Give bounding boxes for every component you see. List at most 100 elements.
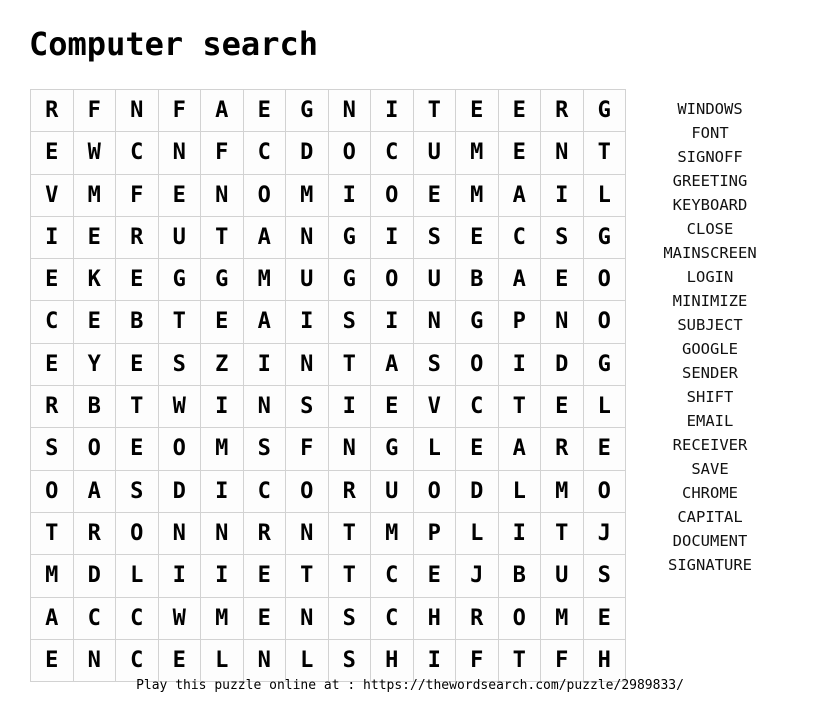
grid-cell[interactable]: C xyxy=(370,554,414,598)
grid-cell[interactable]: L xyxy=(582,385,626,429)
grid-cell[interactable]: E xyxy=(582,427,626,471)
word-list-item[interactable]: MINIMIZE xyxy=(630,289,790,313)
grid-cell[interactable]: A xyxy=(242,215,286,260)
grid-cell[interactable]: U xyxy=(370,469,414,513)
word-list-item[interactable]: CAPITAL xyxy=(630,505,790,529)
word-list-item[interactable]: DOCUMENT xyxy=(630,529,790,553)
grid-cell[interactable]: L xyxy=(455,511,499,556)
grid-cell[interactable]: R xyxy=(242,511,286,556)
grid-cell[interactable]: O xyxy=(497,596,541,640)
grid-cell[interactable]: F xyxy=(157,88,201,133)
grid-cell[interactable]: I xyxy=(412,638,456,683)
grid-cell[interactable]: V xyxy=(412,385,456,429)
grid-cell[interactable]: G xyxy=(327,258,371,302)
grid-cell[interactable]: P xyxy=(412,511,456,556)
grid-cell[interactable]: F xyxy=(200,131,244,175)
grid-cell[interactable]: T xyxy=(540,511,584,556)
grid-cell[interactable]: S xyxy=(582,554,626,598)
grid-cell[interactable]: N xyxy=(327,88,371,133)
grid-cell[interactable]: C xyxy=(72,596,116,640)
grid-cell[interactable]: B xyxy=(497,554,541,598)
word-list-item[interactable]: SIGNOFF xyxy=(630,145,790,169)
grid-cell[interactable]: B xyxy=(115,300,159,344)
grid-cell[interactable]: D xyxy=(157,469,201,513)
grid-cell[interactable]: S xyxy=(540,215,584,260)
grid-cell[interactable]: C xyxy=(370,131,414,175)
grid-cell[interactable]: I xyxy=(497,342,541,387)
grid-cell[interactable]: M xyxy=(455,173,499,217)
grid-cell[interactable]: P xyxy=(497,300,541,344)
grid-cell[interactable]: I xyxy=(200,469,244,513)
grid-cell[interactable]: F xyxy=(455,638,499,683)
grid-cell[interactable]: C xyxy=(455,385,499,429)
grid-cell[interactable]: G xyxy=(200,258,244,302)
grid-cell[interactable]: T xyxy=(115,385,159,429)
grid-cell[interactable]: C xyxy=(497,215,541,260)
grid-cell[interactable]: T xyxy=(285,554,329,598)
grid-cell[interactable]: M xyxy=(72,173,116,217)
grid-cell[interactable]: R xyxy=(327,469,371,513)
grid-cell[interactable]: O xyxy=(242,173,286,217)
grid-cell[interactable]: O xyxy=(582,258,626,302)
grid-cell[interactable]: N xyxy=(242,638,286,683)
grid-cell[interactable]: M xyxy=(285,173,329,217)
grid-cell[interactable]: C xyxy=(115,596,159,640)
grid-cell[interactable]: T xyxy=(497,638,541,683)
grid-cell[interactable]: G xyxy=(455,300,499,344)
grid-cell[interactable]: U xyxy=(412,258,456,302)
grid-cell[interactable]: M xyxy=(540,596,584,640)
grid-cell[interactable]: E xyxy=(242,554,286,598)
grid-cell[interactable]: I xyxy=(540,173,584,217)
grid-cell[interactable]: T xyxy=(30,511,74,556)
word-list-item[interactable]: RECEIVER xyxy=(630,433,790,457)
grid-cell[interactable]: O xyxy=(72,427,116,471)
grid-cell[interactable]: T xyxy=(327,342,371,387)
grid-cell[interactable]: S xyxy=(285,385,329,429)
grid-cell[interactable]: N xyxy=(285,511,329,556)
grid-cell[interactable]: S xyxy=(412,342,456,387)
grid-cell[interactable]: S xyxy=(157,342,201,387)
grid-cell[interactable]: G xyxy=(327,215,371,260)
grid-cell[interactable]: R xyxy=(72,511,116,556)
grid-cell[interactable]: D xyxy=(540,342,584,387)
grid-cell[interactable]: E xyxy=(412,554,456,598)
grid-cell[interactable]: O xyxy=(582,469,626,513)
grid-cell[interactable]: C xyxy=(115,638,159,683)
grid-cell[interactable]: H xyxy=(370,638,414,683)
grid-cell[interactable]: I xyxy=(327,385,371,429)
grid-cell[interactable]: A xyxy=(497,427,541,471)
grid-cell[interactable]: N xyxy=(200,173,244,217)
grid-cell[interactable]: A xyxy=(72,469,116,513)
grid-cell[interactable]: G xyxy=(582,342,626,387)
grid-cell[interactable]: S xyxy=(242,427,286,471)
word-list-item[interactable]: SAVE xyxy=(630,457,790,481)
grid-cell[interactable]: L xyxy=(497,469,541,513)
grid-cell[interactable]: I xyxy=(370,215,414,260)
grid-cell[interactable]: T xyxy=(412,88,456,133)
grid-cell[interactable]: R xyxy=(540,88,584,133)
word-list-item[interactable]: KEYBOARD xyxy=(630,193,790,217)
grid-cell[interactable]: J xyxy=(455,554,499,598)
grid-cell[interactable]: K xyxy=(72,258,116,302)
grid-cell[interactable]: N xyxy=(157,131,201,175)
grid-cell[interactable]: S xyxy=(115,469,159,513)
grid-cell[interactable]: A xyxy=(370,342,414,387)
grid-cell[interactable]: G xyxy=(285,88,329,133)
grid-cell[interactable]: N xyxy=(200,511,244,556)
grid-cell[interactable]: T xyxy=(200,215,244,260)
grid-cell[interactable]: U xyxy=(540,554,584,598)
grid-cell[interactable]: E xyxy=(540,385,584,429)
grid-cell[interactable]: I xyxy=(497,511,541,556)
grid-cell[interactable]: R xyxy=(30,385,74,429)
grid-cell[interactable]: E xyxy=(30,638,74,683)
grid-cell[interactable]: I xyxy=(370,300,414,344)
grid-cell[interactable]: E xyxy=(455,215,499,260)
grid-cell[interactable]: E xyxy=(157,638,201,683)
word-list-item[interactable]: GOOGLE xyxy=(630,337,790,361)
grid-cell[interactable]: O xyxy=(30,469,74,513)
grid-cell[interactable]: I xyxy=(285,300,329,344)
grid-cell[interactable]: T xyxy=(582,131,626,175)
word-list-item[interactable]: SUBJECT xyxy=(630,313,790,337)
grid-cell[interactable]: V xyxy=(30,173,74,217)
grid-cell[interactable]: M xyxy=(242,258,286,302)
